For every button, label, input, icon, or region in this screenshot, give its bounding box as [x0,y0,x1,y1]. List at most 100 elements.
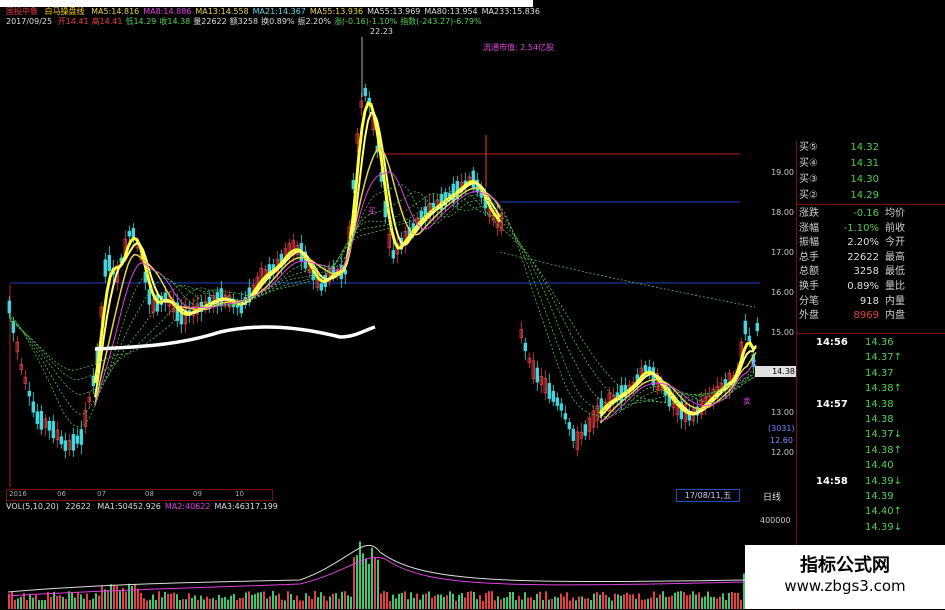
candle-body [107,255,111,271]
volume-bar [299,600,301,609]
stat-value: 0.89% [847,281,879,292]
tick-price: 14.40 [865,460,894,472]
volume-bar [518,595,520,609]
current-price-box: 14.38 [755,366,797,377]
tick-row: 14:58 14.39↓ [797,474,945,489]
tick-price: 14.37↑ [865,352,903,364]
volume-bar [644,599,646,609]
volume-bar [467,592,469,609]
candle-body [39,411,43,430]
volume-bar [605,595,607,609]
volume-bar [641,599,643,609]
volume-bar [95,593,97,609]
volume-bar [92,598,94,609]
candle-body [535,367,539,383]
volume-bar [326,600,328,609]
tick-time: 14:58 [816,475,848,487]
candle-body [47,420,51,431]
indicator-name[interactable]: 白马操盘线 [45,7,85,16]
volume-bar [71,592,73,609]
volume-bar [557,597,559,609]
divider [797,333,945,334]
volume-chart[interactable] [0,512,760,609]
volume-bar [614,593,616,609]
ma-white-line [94,325,376,351]
volume-bar [578,596,580,609]
volume-bar [278,593,280,609]
volume-bar [302,600,304,609]
tick-price: 14.38 [865,414,894,425]
bid-row[interactable]: 买③ 14.30 [797,172,945,188]
volume-bar [287,591,289,609]
volume-bar [596,592,598,609]
volume-bar [296,595,298,609]
volume-bar [563,596,565,609]
volume-bar [512,591,514,609]
volume-bar [149,599,151,609]
volume-bar [539,591,541,609]
volume-bar [275,595,277,609]
tick-row: 14.38↑ [797,381,945,396]
volume-bar [113,584,115,609]
bid-row[interactable]: 买④ 14.31 [797,156,945,172]
candle-body [35,411,39,424]
volume-bar [422,594,424,609]
bid-label: 买② [799,190,818,201]
volume-ma-line [7,556,746,597]
volume-bar [80,594,82,609]
sell-signal-label: 卖 [743,397,751,406]
peak-price-label: 22.23 [370,27,393,36]
date-axis: 2016 06 07 08 09 10 [6,489,273,501]
stat-label-2: 前收 [885,222,905,234]
stat-value: 918 [859,295,879,307]
volume-bar [590,600,592,609]
price-tick: 19.00 [771,168,794,177]
volume-bar [119,591,121,609]
candle-body [583,424,587,436]
volume-bar [737,592,739,609]
bid-row[interactable]: 买② 14.29 [797,188,945,204]
volume-bar [695,594,697,609]
volume-bar [485,593,487,609]
stat-value: -1.10% [843,222,879,234]
period-label[interactable]: 日线 [763,490,781,503]
volume-bar [620,595,622,609]
volume-bar [314,591,316,609]
volume-bar [554,596,556,609]
volume-bar [143,598,145,609]
tick-row: 14.37↓ [797,427,945,442]
stat-label-2: 量比 [885,281,905,292]
stat-label: 总手 [799,251,819,263]
volume-bar [272,591,274,609]
candle-body [27,390,31,397]
ma-value: MA55:13.936 [309,7,364,16]
tick-row: 14.37↑ [797,350,945,365]
divider [797,204,945,205]
volume-bar [134,584,136,609]
stat-label-2: 最低 [885,266,905,278]
volume-bar [491,591,493,609]
candlestick-chart[interactable] [0,27,760,489]
volume-bar [158,591,160,609]
volume-bar [530,597,532,609]
tick-price: 14.40↑ [865,506,903,518]
stock-name[interactable]: 国投中鲁 [6,7,38,16]
volume-bar [635,598,637,609]
volume-bar [416,593,418,609]
volume-bar [374,557,376,609]
bid-row[interactable]: 买⑤ 14.32 [797,140,945,156]
volume-bar [626,592,628,609]
candle-body [743,320,747,335]
tick-row: 14.38 [797,412,945,427]
volume-bar [704,596,706,609]
volume-bar [350,596,352,609]
volume-bar [629,594,631,609]
volume-bar [383,591,385,609]
volume-bar [320,592,322,609]
volume-bar [233,593,235,609]
volume-bar [29,594,31,609]
volume-bar [17,598,19,609]
tick-price: 14.36 [865,337,894,348]
volume-bar [443,596,445,609]
volume-bar [368,564,370,609]
